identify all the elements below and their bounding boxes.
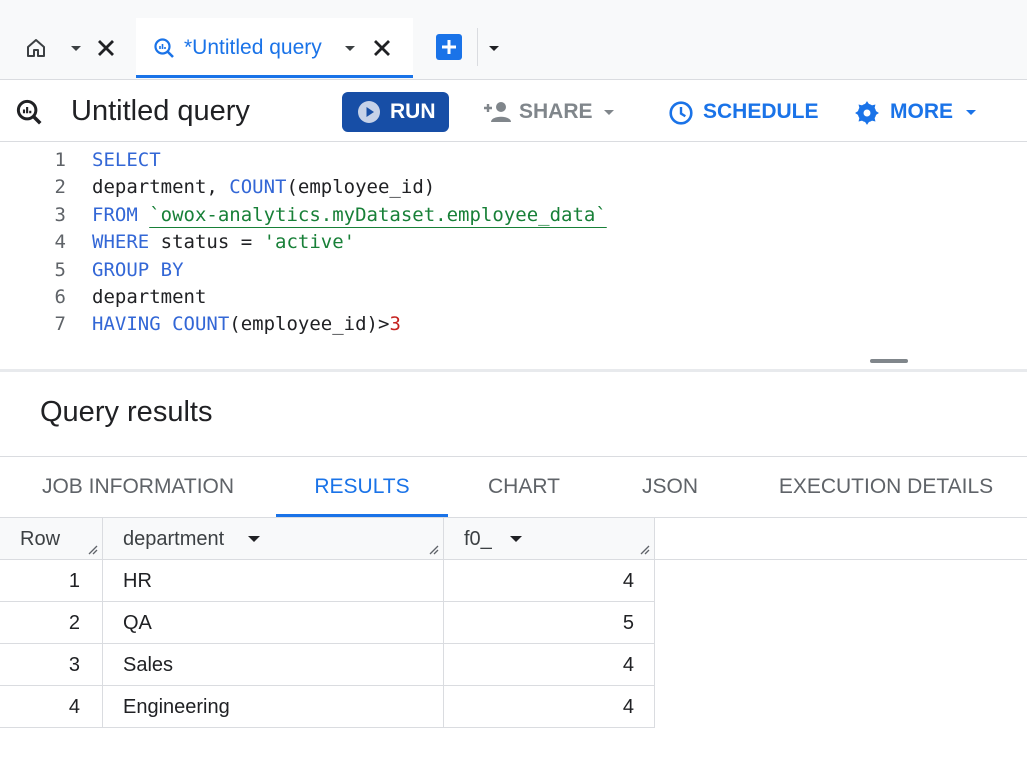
query-icon xyxy=(154,38,174,58)
tab-bar: *Untitled query xyxy=(0,0,1027,80)
code-token: 3 xyxy=(389,313,401,336)
department-cell[interactable]: HR xyxy=(103,560,444,602)
code-token: (employee_id) xyxy=(286,176,436,199)
query-icon xyxy=(16,99,42,125)
chevron-down-icon[interactable] xyxy=(64,36,88,60)
sort-down-icon[interactable] xyxy=(244,529,264,549)
sql-editor[interactable]: 1 SELECT 2 department, COUNT(employee_id) 3 F… xyxy=(0,143,1027,369)
share-label: SHARE xyxy=(519,100,593,123)
code-line[interactable]: 3 FROM `owox-analytics.myDataset.employee… xyxy=(0,202,1027,229)
row-number: 3 xyxy=(0,644,103,686)
department-cell[interactable]: Sales xyxy=(103,644,444,686)
add-tab-icon[interactable] xyxy=(434,32,464,62)
column-resize-icon[interactable] xyxy=(86,543,98,555)
code-line[interactable]: 6 department xyxy=(0,284,1027,311)
code-token: `owox-analytics.myDataset.employee_data` xyxy=(149,203,607,226)
code-text: WHERE status = 'active' xyxy=(92,229,355,256)
sort-down-icon[interactable] xyxy=(506,529,526,549)
home-icon[interactable] xyxy=(24,36,48,60)
person-add-icon xyxy=(484,102,511,122)
code-line[interactable]: 2 department, COUNT(employee_id) xyxy=(0,174,1027,201)
code-text: SELECT xyxy=(92,147,161,174)
tab-chart[interactable]: CHART xyxy=(466,457,582,517)
code-token: HAVING COUNT xyxy=(92,313,230,336)
chevron-down-icon xyxy=(604,110,614,115)
code-token: department xyxy=(92,286,207,308)
code-token: status = xyxy=(149,231,264,254)
code-text: department, COUNT(employee_id) xyxy=(92,174,435,201)
results-title: Query results xyxy=(40,396,213,428)
resize-handle[interactable] xyxy=(870,359,908,363)
line-number: 4 xyxy=(54,231,66,254)
tab-untitled-query[interactable]: *Untitled query xyxy=(136,18,413,78)
count-cell[interactable]: 4 xyxy=(444,560,655,602)
line-number: 5 xyxy=(54,258,66,281)
code-text: department xyxy=(92,284,206,311)
run-button[interactable]: RUN xyxy=(342,92,449,132)
code-token: WHERE xyxy=(92,231,150,254)
count-cell[interactable]: 5 xyxy=(444,602,655,644)
chevron-down-icon[interactable] xyxy=(338,36,362,60)
tab-execution-details[interactable]: EXECUTION DETAILS xyxy=(760,457,1012,517)
schedule-label: SCHEDULE xyxy=(703,100,819,123)
tab-json[interactable]: JSON xyxy=(620,457,720,517)
play-icon xyxy=(358,101,380,123)
chevron-down-icon xyxy=(966,110,976,115)
results-tabs: JOB INFORMATION RESULTS CHART JSON EXECU… xyxy=(0,456,1027,518)
clock-icon xyxy=(669,101,693,125)
code-token: SELECT xyxy=(92,149,161,171)
code-line[interactable]: 4 WHERE status = 'active' xyxy=(0,229,1027,256)
chevron-down-icon[interactable] xyxy=(482,36,506,60)
code-text: HAVING COUNT(employee_id)>3 xyxy=(92,311,401,338)
column-header-label: department xyxy=(123,528,225,550)
code-text: FROM `owox-analytics.myDataset.employee_… xyxy=(92,202,607,229)
code-text: GROUP BY xyxy=(92,257,184,284)
column-header-f0[interactable]: f0_ xyxy=(444,518,655,560)
line-number: 6 xyxy=(54,286,66,308)
tab-results[interactable]: RESULTS xyxy=(276,457,448,517)
tab-home[interactable] xyxy=(18,32,128,64)
code-token: COUNT xyxy=(229,176,287,199)
more-label: MORE xyxy=(890,100,953,123)
close-icon[interactable] xyxy=(92,34,120,62)
column-header-label: Row xyxy=(20,528,61,550)
gear-icon xyxy=(855,101,879,125)
count-cell[interactable]: 4 xyxy=(444,644,655,686)
column-header-label: f0_ xyxy=(464,528,492,550)
page-title: Untitled query xyxy=(71,95,250,127)
line-number: 7 xyxy=(54,313,66,336)
department-cell[interactable]: Engineering xyxy=(103,686,444,728)
code-line[interactable]: 5 GROUP BY xyxy=(0,257,1027,284)
department-cell[interactable]: QA xyxy=(103,602,444,644)
line-number: 2 xyxy=(54,176,66,199)
tab-job-information[interactable]: JOB INFORMATION xyxy=(22,457,254,517)
count-cell[interactable]: 4 xyxy=(444,686,655,728)
code-line[interactable]: 1 SELECT xyxy=(0,147,1027,174)
code-token: 'active' xyxy=(263,231,356,254)
code-token: GROUP BY xyxy=(92,258,184,281)
tab-divider xyxy=(477,28,478,66)
line-number: 1 xyxy=(54,149,66,171)
code-token: (employee_id)> xyxy=(229,313,390,336)
close-icon[interactable] xyxy=(368,34,396,62)
query-toolbar: Untitled query RUN SHARE SCHEDULE MORE xyxy=(0,80,1027,142)
column-header-row[interactable]: Row xyxy=(0,518,103,560)
code-line[interactable]: 7 HAVING COUNT(employee_id)>3 xyxy=(0,311,1027,338)
schedule-button[interactable]: SCHEDULE xyxy=(668,92,819,132)
line-number: 3 xyxy=(54,203,66,226)
row-number: 1 xyxy=(0,560,103,602)
code-token: department, xyxy=(92,176,230,199)
column-resize-icon[interactable] xyxy=(638,543,650,555)
row-number: 4 xyxy=(0,686,103,728)
code-token: FROM xyxy=(92,203,150,226)
run-label: RUN xyxy=(390,100,436,123)
column-resize-icon[interactable] xyxy=(427,543,439,555)
header-filler xyxy=(655,518,1027,560)
more-button[interactable]: MORE xyxy=(854,92,984,132)
share-button[interactable]: SHARE xyxy=(483,92,623,132)
column-header-department[interactable]: department xyxy=(103,518,444,560)
editor-splitter[interactable] xyxy=(0,369,1027,372)
tab-label: *Untitled query xyxy=(184,36,322,59)
row-number: 2 xyxy=(0,602,103,644)
